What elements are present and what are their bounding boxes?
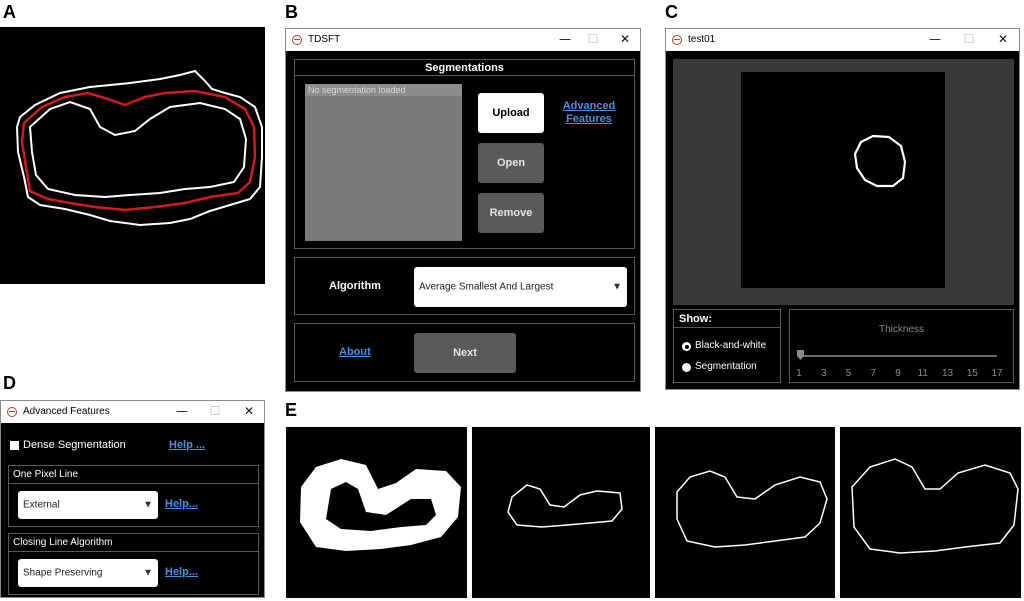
thickness-label: Thickness — [878, 324, 924, 335]
advanced-features-line2: Features — [566, 113, 612, 125]
radio-segmentation[interactable] — [682, 363, 691, 372]
maximize-button[interactable]: ☐ — [958, 30, 980, 49]
upload-button[interactable]: Upload — [478, 93, 544, 133]
thick-mask-shape — [300, 459, 461, 551]
tdsft-window: TDSFT — ☐ ✕ Segmentations No segmentatio… — [285, 28, 641, 392]
help-link-dense[interactable]: Help ... — [169, 439, 205, 451]
segmentation-list[interactable]: No segmentation loaded — [305, 84, 462, 241]
slider-tick-label: 5 — [845, 368, 852, 379]
thickness-frame: Thickness 1 3 5 7 9 11 13 15 17 — [789, 309, 1014, 383]
slider-tick-label: 3 — [820, 368, 827, 379]
large-contour — [851, 458, 1019, 554]
tdsft-titlebar: TDSFT — ☐ ✕ — [286, 29, 640, 51]
minimize-button[interactable]: — — [924, 30, 946, 49]
slider-tick-label: 9 — [895, 368, 901, 379]
dropdown-arrow-icon: ▼ — [143, 499, 153, 511]
advanced-features-window: Advanced Features — ☐ ✕ Dense Segmentati… — [0, 400, 265, 598]
test01-titlebar: test01 — ☐ ✕ — [666, 29, 1019, 51]
window-title: test01 — [688, 34, 716, 45]
small-contour — [507, 484, 623, 528]
slider-tick-label: 13 — [941, 368, 954, 379]
slider-tick-label: 17 — [991, 368, 1003, 379]
minimize-button[interactable]: — — [554, 30, 576, 49]
advanced-features-link[interactable]: Advanced Features — [561, 100, 617, 126]
close-button[interactable]: ✕ — [992, 30, 1014, 49]
panel-a-contour-image — [0, 27, 265, 284]
minimize-button[interactable]: — — [171, 402, 193, 421]
image-viewer — [673, 59, 1014, 305]
maximize-button[interactable]: ☐ — [204, 402, 226, 421]
test01-window: test01 — ☐ ✕ Show: Black-and-white Segme… — [665, 28, 1020, 390]
app-icon — [7, 407, 17, 417]
advanced-titlebar: Advanced Features — ☐ ✕ — [1, 401, 264, 423]
option-segmentation: Segmentation — [695, 361, 757, 372]
slider-tick-label: 11 — [917, 368, 928, 379]
result-thin-large — [840, 427, 1021, 598]
one-pixel-frame: One Pixel Line External ▼ Help... — [8, 465, 259, 527]
slider-tick-label: 15 — [966, 368, 978, 379]
remove-button[interactable]: Remove — [478, 193, 544, 233]
closing-line-frame: Closing Line Algorithm Shape Preserving … — [8, 533, 259, 595]
app-icon — [672, 35, 682, 45]
closing-line-select[interactable]: Shape Preserving ▼ — [18, 559, 158, 587]
help-link-closing-line[interactable]: Help... — [165, 566, 198, 578]
closing-line-value: Shape Preserving — [23, 567, 103, 579]
algorithm-select[interactable]: Average Smallest And Largest ▼ — [414, 267, 627, 307]
panel-label-c: C — [665, 2, 678, 22]
one-pixel-select[interactable]: External ▼ — [18, 491, 158, 519]
slider-tick-label: 1 — [796, 368, 802, 379]
maximize-button[interactable]: ☐ — [582, 30, 604, 49]
advanced-features-line1: Advanced — [562, 100, 616, 112]
app-icon — [292, 35, 302, 45]
dense-segmentation-checkbox[interactable] — [10, 441, 19, 450]
help-link-one-pixel[interactable]: Help... — [165, 498, 198, 510]
result-thin-medium — [655, 427, 835, 598]
open-button[interactable]: Open — [478, 143, 544, 183]
window-title: TDSFT — [308, 34, 341, 45]
segmentations-frame: Segmentations No segmentation loaded Upl… — [294, 59, 635, 249]
about-link[interactable]: About — [339, 346, 371, 358]
thickness-slider-track[interactable] — [799, 355, 997, 357]
panel-label-b: B — [285, 2, 298, 22]
show-label: Show: — [679, 313, 712, 325]
thickness-slider-handle[interactable] — [797, 350, 804, 360]
dense-segmentation-label: Dense Segmentation — [23, 439, 126, 451]
dropdown-arrow-icon: ▼ — [143, 567, 153, 579]
segmentations-header: Segmentations — [295, 60, 634, 76]
close-button[interactable]: ✕ — [238, 402, 260, 421]
dropdown-arrow-icon: ▼ — [612, 281, 622, 293]
slider-ticks: 1 3 5 7 9 11 13 15 17 — [790, 368, 1015, 380]
thin-small-image — [507, 484, 623, 528]
thin-medium-image — [676, 470, 828, 548]
close-button[interactable]: ✕ — [614, 30, 636, 49]
algorithm-label: Algorithm — [329, 280, 381, 292]
algorithm-frame: Algorithm Average Smallest And Largest ▼ — [294, 257, 635, 315]
option-black-and-white: Black-and-white — [695, 340, 767, 351]
segmentation-preview — [741, 72, 945, 288]
one-pixel-value: External — [23, 499, 60, 511]
slider-tick-label: 7 — [870, 368, 877, 379]
medium-contour — [676, 470, 828, 548]
list-placeholder: No segmentation loaded — [305, 84, 462, 96]
radio-black-and-white[interactable] — [682, 342, 691, 351]
window-title: Advanced Features — [23, 406, 110, 417]
one-pixel-label: One Pixel Line — [13, 469, 79, 480]
result-thin-small — [472, 427, 650, 598]
panel-label-a: A — [3, 2, 16, 22]
show-frame: Show: Black-and-white Segmentation — [673, 309, 781, 383]
closing-line-label: Closing Line Algorithm — [13, 537, 113, 548]
panel-label-d: D — [3, 373, 16, 393]
result-thick-fill — [286, 427, 467, 598]
navigation-frame: About Next — [294, 323, 635, 382]
next-button[interactable]: Next — [414, 333, 516, 373]
algorithm-value: Average Smallest And Largest — [419, 281, 554, 293]
panel-label-e: E — [285, 400, 298, 420]
thin-large-image — [851, 458, 1019, 554]
thick-segmentation-image — [300, 459, 461, 551]
